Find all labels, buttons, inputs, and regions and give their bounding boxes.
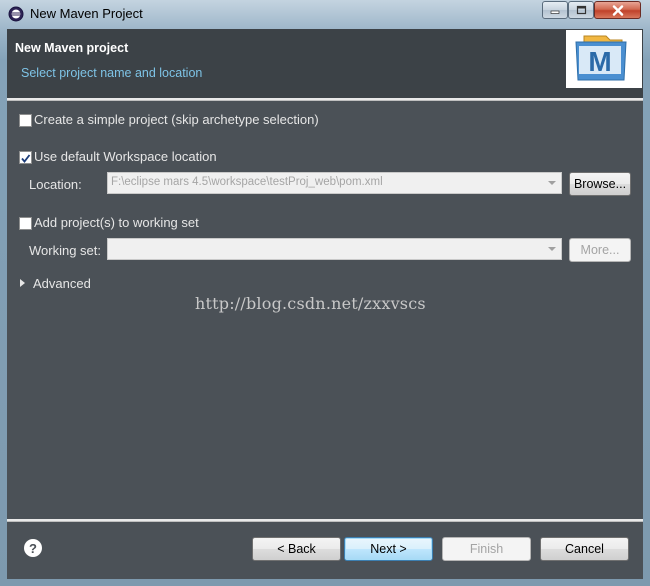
chevron-down-icon <box>548 181 556 185</box>
minimize-button[interactable] <box>542 1 568 19</box>
chevron-right-icon[interactable] <box>20 279 25 287</box>
page-subtitle: Select project name and location <box>21 66 203 80</box>
help-icon[interactable]: ? <box>24 539 42 557</box>
cancel-button[interactable]: Cancel <box>540 537 629 561</box>
working-set-label: Working set: <box>29 243 102 258</box>
working-set-checkbox[interactable] <box>19 217 32 230</box>
location-value: F:\eclipse mars 4.5\workspace\testProj_w… <box>111 176 383 188</box>
default-workspace-checkbox[interactable] <box>19 151 32 164</box>
maven-logo: M <box>566 30 642 88</box>
eclipse-icon <box>8 6 24 22</box>
location-combo[interactable]: F:\eclipse mars 4.5\workspace\testProj_w… <box>107 172 562 194</box>
working-set-checkbox-label[interactable]: Add project(s) to working set <box>34 215 199 230</box>
checkmark-icon <box>21 154 31 163</box>
minimize-icon <box>550 10 560 14</box>
default-workspace-label[interactable]: Use default Workspace location <box>34 149 217 164</box>
finish-button[interactable]: Finish <box>442 537 531 561</box>
next-button[interactable]: Next > <box>344 537 433 561</box>
more-button[interactable]: More... <box>569 238 631 262</box>
page-title: New Maven project <box>15 41 129 55</box>
back-button[interactable]: < Back <box>252 537 341 561</box>
close-button[interactable] <box>594 1 641 19</box>
chevron-down-icon <box>548 247 556 251</box>
simple-project-label[interactable]: Create a simple project (skip archetype … <box>34 112 319 127</box>
maximize-icon <box>576 5 586 15</box>
location-label: Location: <box>29 177 82 192</box>
window-title: New Maven Project <box>30 6 143 21</box>
watermark: http://blog.csdn.net/zxxvscs <box>195 294 426 313</box>
close-icon <box>612 4 623 16</box>
header-divider <box>7 98 643 101</box>
working-set-combo[interactable] <box>107 238 562 260</box>
browse-button[interactable]: Browse... <box>569 172 631 196</box>
footer-divider <box>7 519 643 522</box>
maximize-button[interactable] <box>568 1 594 19</box>
maven-logo-letter: M <box>588 46 611 77</box>
dialog-header <box>7 29 643 99</box>
simple-project-checkbox[interactable] <box>19 114 32 127</box>
advanced-toggle[interactable]: Advanced <box>33 276 91 291</box>
